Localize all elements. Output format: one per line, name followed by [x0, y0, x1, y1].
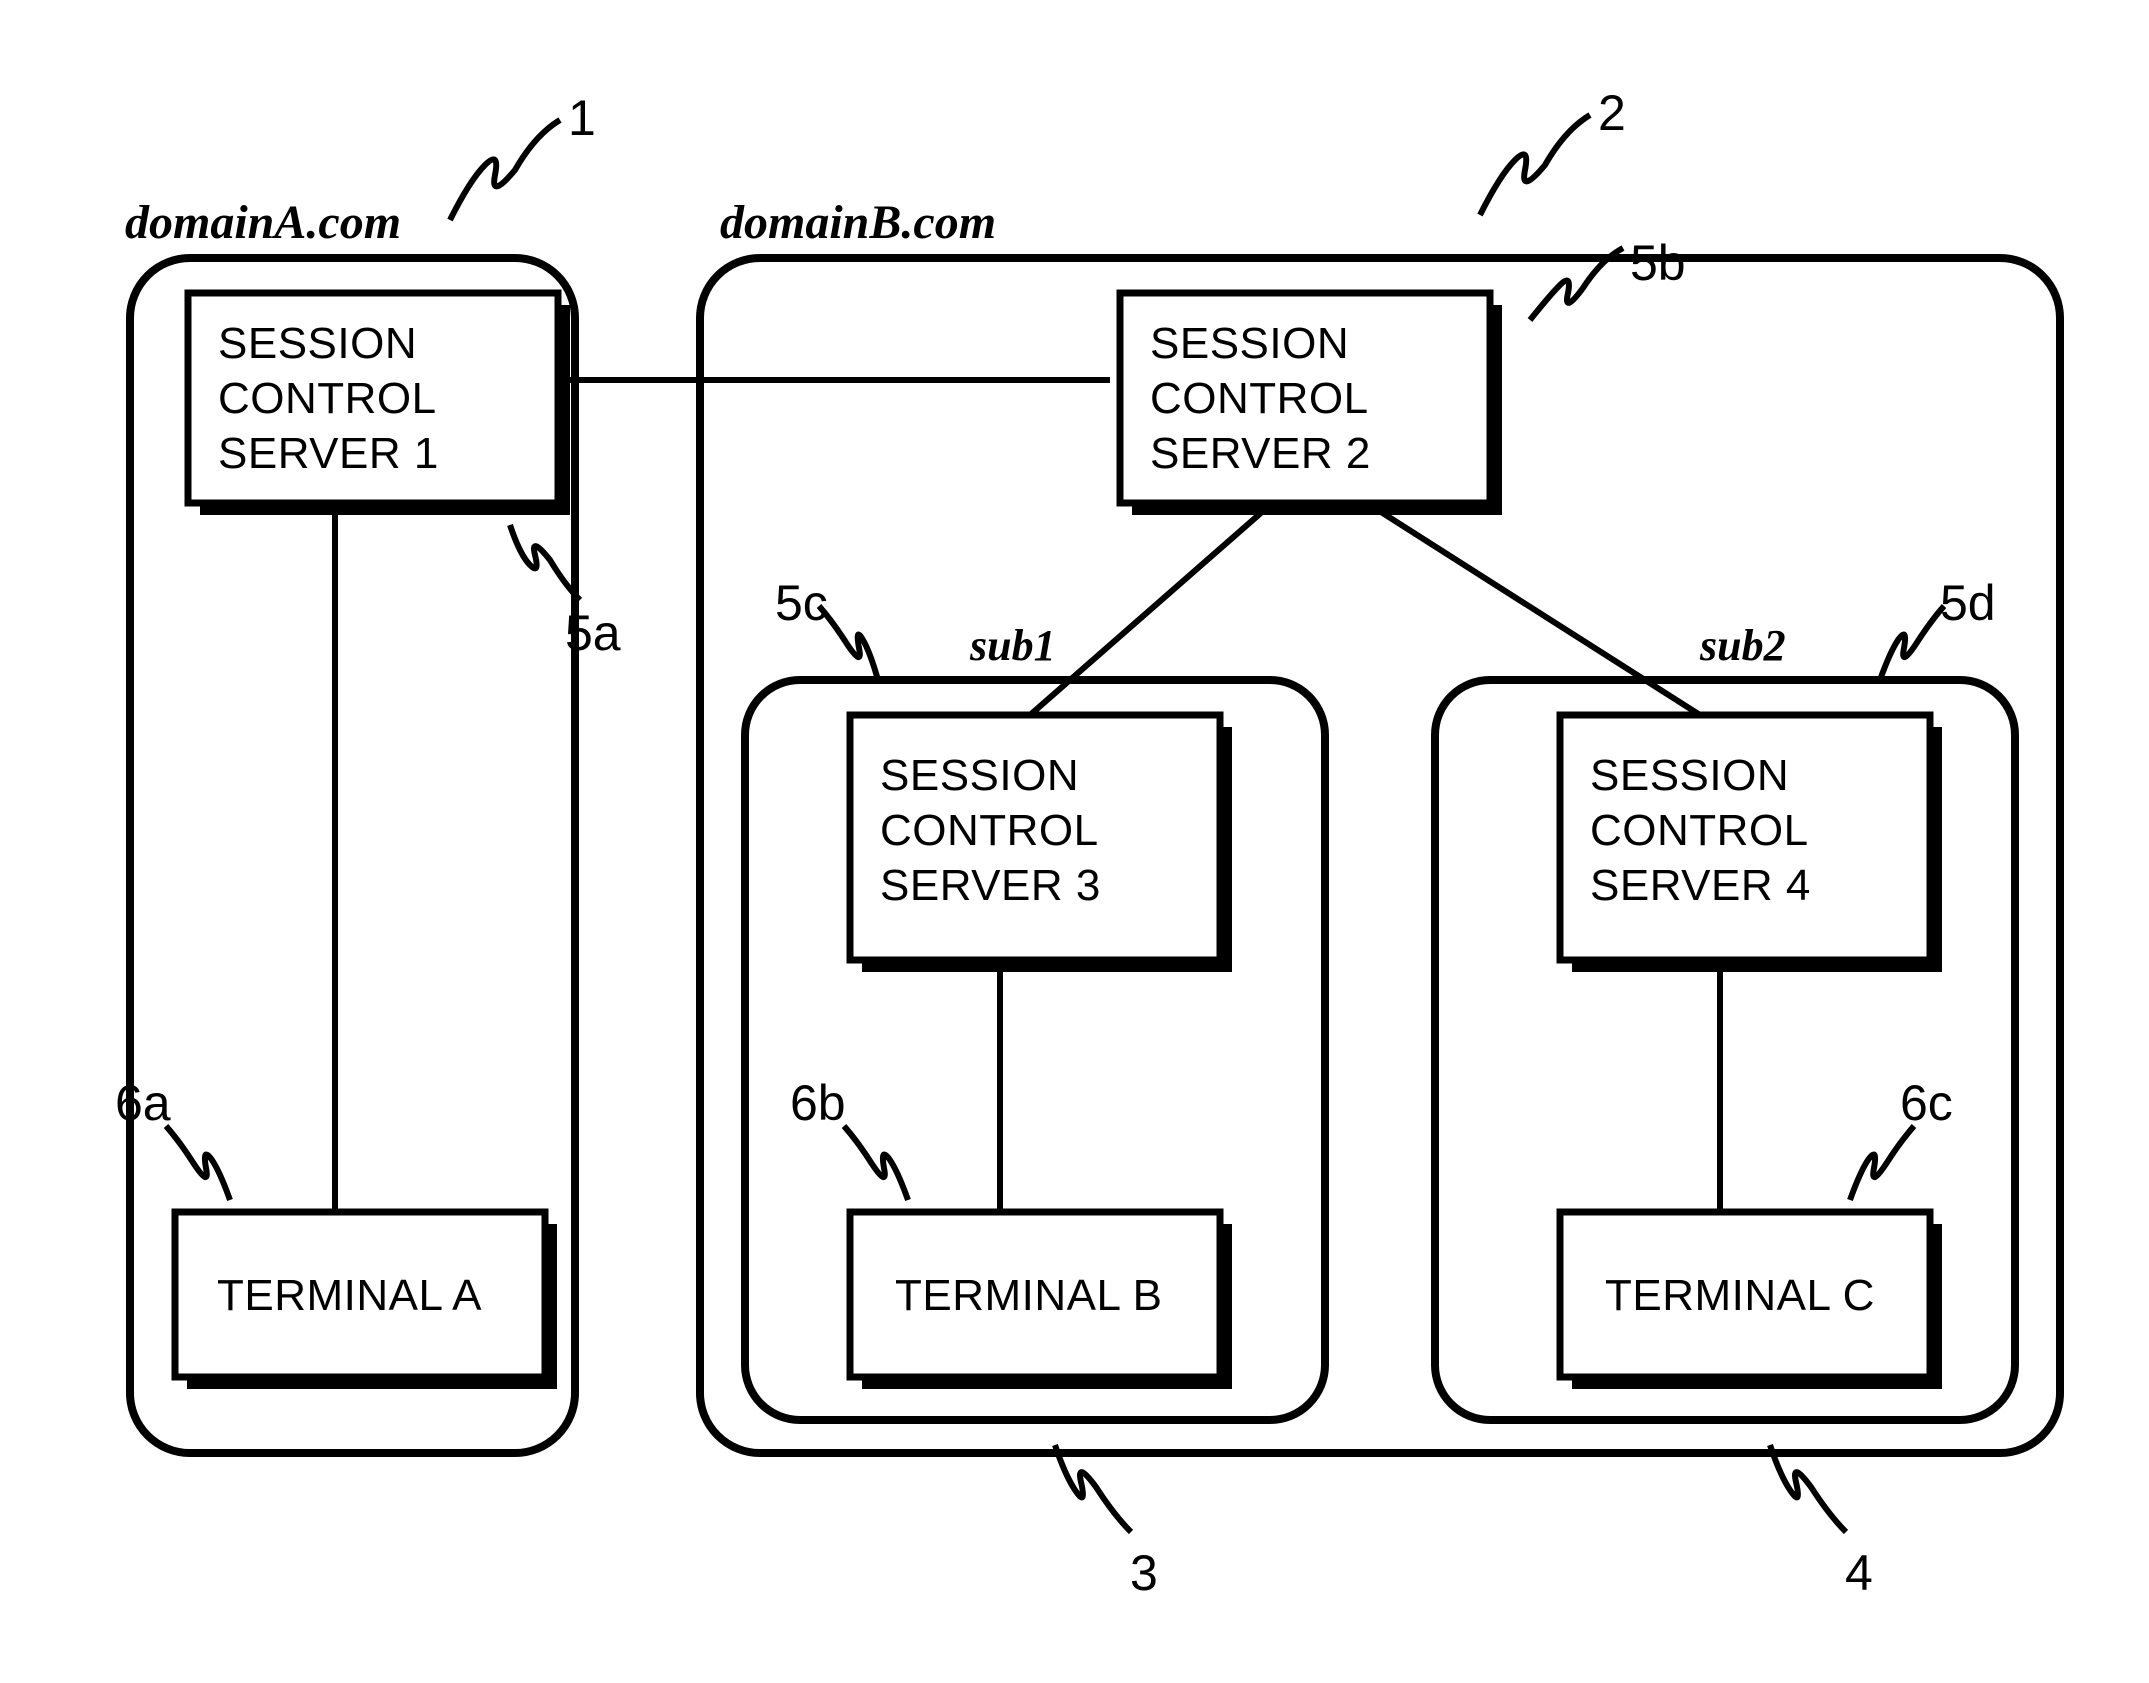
svg-text:6c: 6c — [1900, 1075, 1953, 1131]
svg-text:5c: 5c — [775, 575, 828, 631]
svg-text:TERMINAL B: TERMINAL B — [895, 1271, 1162, 1320]
svg-text:4: 4 — [1845, 1545, 1873, 1601]
domain-a-title: domainA.com — [125, 196, 401, 249]
svg-text:TERMINAL A: TERMINAL A — [217, 1271, 482, 1320]
server-1-box: SESSION CONTROL SERVER 1 — [188, 293, 570, 515]
svg-text:SERVER 3: SERVER 3 — [880, 861, 1101, 910]
svg-text:SESSION: SESSION — [1150, 319, 1349, 368]
terminal-b-box: TERMINAL B — [850, 1212, 1232, 1389]
svg-text:3: 3 — [1130, 1545, 1158, 1601]
server-2-box: SESSION CONTROL SERVER 2 — [1120, 293, 1502, 515]
domain-b-title: domainB.com — [720, 196, 996, 249]
svg-text:CONTROL: CONTROL — [1590, 806, 1809, 855]
server-4-box: SESSION CONTROL SERVER 4 — [1560, 715, 1942, 972]
sub1-title: sub1 — [969, 621, 1056, 670]
svg-text:SERVER 2: SERVER 2 — [1150, 429, 1371, 478]
svg-text:5a: 5a — [565, 605, 621, 661]
svg-text:5d: 5d — [1940, 575, 1996, 631]
svg-text:SESSION: SESSION — [1590, 751, 1789, 800]
svg-text:CONTROL: CONTROL — [218, 374, 437, 423]
svg-text:TERMINAL C: TERMINAL C — [1605, 1271, 1875, 1320]
svg-text:6b: 6b — [790, 1075, 846, 1131]
svg-text:SERVER 1: SERVER 1 — [218, 429, 439, 478]
svg-text:CONTROL: CONTROL — [880, 806, 1099, 855]
svg-text:CONTROL: CONTROL — [1150, 374, 1369, 423]
svg-text:2: 2 — [1598, 85, 1626, 141]
server-3-box: SESSION CONTROL SERVER 3 — [850, 715, 1232, 972]
terminal-c-box: TERMINAL C — [1560, 1212, 1942, 1389]
svg-text:6a: 6a — [115, 1075, 171, 1131]
svg-text:1: 1 — [568, 90, 596, 146]
sub2-title: sub2 — [1699, 621, 1786, 670]
svg-text:SERVER 4: SERVER 4 — [1590, 861, 1811, 910]
svg-text:SESSION: SESSION — [880, 751, 1079, 800]
svg-text:SESSION: SESSION — [218, 319, 417, 368]
svg-text:5b: 5b — [1630, 235, 1686, 291]
terminal-a-box: TERMINAL A — [175, 1212, 557, 1389]
